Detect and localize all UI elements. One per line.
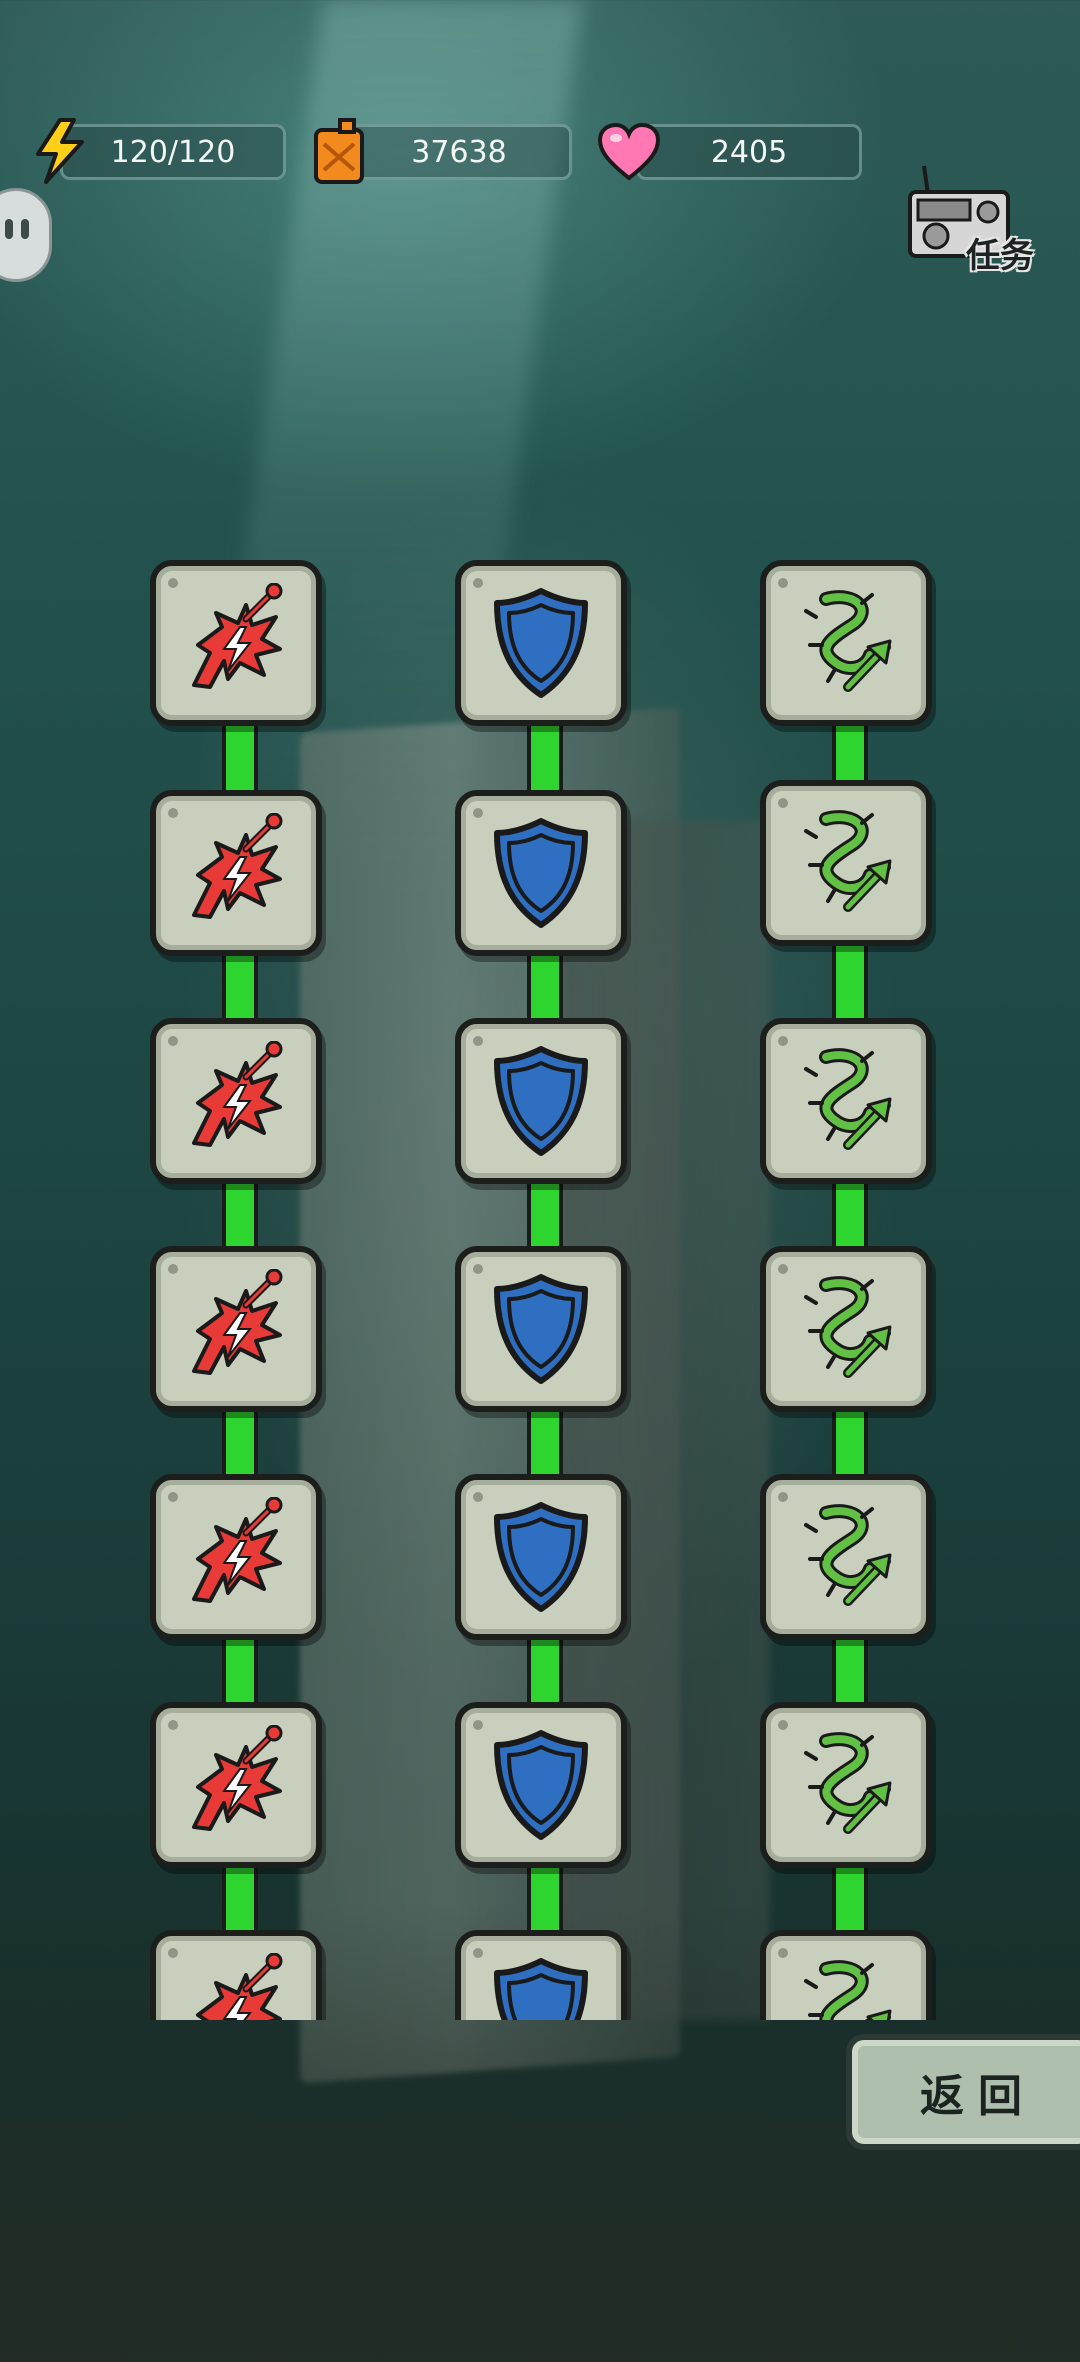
blue-shield-icon bbox=[481, 1497, 601, 1617]
growth-node[interactable] bbox=[760, 1702, 932, 1868]
heart-icon bbox=[597, 122, 661, 181]
growth-node[interactable] bbox=[760, 1474, 932, 1640]
red-lightning-spear-icon bbox=[176, 813, 296, 933]
growth-node[interactable] bbox=[760, 1246, 932, 1412]
green-vine-arrow-icon bbox=[786, 1497, 906, 1617]
fuel-value: 37638 bbox=[346, 124, 572, 180]
red-lightning-spear-icon bbox=[176, 1269, 296, 1389]
defense-node[interactable] bbox=[455, 790, 627, 956]
defense-node[interactable] bbox=[455, 1018, 627, 1184]
defense-column bbox=[455, 550, 635, 2020]
green-vine-arrow-icon bbox=[786, 803, 906, 923]
energy-value: 120/120 bbox=[60, 124, 286, 180]
defense-node[interactable] bbox=[455, 1930, 627, 2020]
blue-shield-icon bbox=[481, 1041, 601, 1161]
green-vine-arrow-icon bbox=[786, 1725, 906, 1845]
back-button[interactable]: 返回 bbox=[846, 2034, 1080, 2150]
defense-node[interactable] bbox=[455, 560, 627, 726]
attack-node[interactable] bbox=[150, 1702, 322, 1868]
blue-shield-icon bbox=[481, 583, 601, 703]
red-lightning-spear-icon bbox=[176, 1953, 296, 2020]
defense-node[interactable] bbox=[455, 1246, 627, 1412]
growth-node[interactable] bbox=[760, 560, 932, 726]
task-label: 任务 bbox=[966, 236, 1034, 276]
hearts-counter: 2405 bbox=[596, 122, 862, 181]
attack-node[interactable] bbox=[150, 790, 322, 956]
skill-tree bbox=[0, 550, 1080, 2020]
fuel-counter: 37638 bbox=[310, 118, 572, 184]
defense-node[interactable] bbox=[455, 1702, 627, 1868]
blue-shield-icon bbox=[481, 1269, 601, 1389]
green-vine-arrow-icon bbox=[786, 1041, 906, 1161]
growth-column bbox=[760, 550, 940, 2020]
fuel-can-icon bbox=[314, 118, 364, 184]
lightning-icon bbox=[36, 118, 84, 184]
attack-node[interactable] bbox=[150, 1246, 322, 1412]
growth-node[interactable] bbox=[760, 780, 932, 946]
red-lightning-spear-icon bbox=[176, 583, 296, 703]
green-vine-arrow-icon bbox=[786, 583, 906, 703]
energy-counter: 120/120 bbox=[30, 118, 286, 184]
growth-node[interactable] bbox=[760, 1018, 932, 1184]
green-vine-arrow-icon bbox=[786, 1953, 906, 2020]
chat-bubble-icon[interactable] bbox=[0, 188, 52, 282]
blue-shield-icon bbox=[481, 813, 601, 933]
attack-node[interactable] bbox=[150, 1018, 322, 1184]
attack-node[interactable] bbox=[150, 1474, 322, 1640]
hearts-value: 2405 bbox=[636, 124, 862, 180]
red-lightning-spear-icon bbox=[176, 1725, 296, 1845]
attack-column bbox=[150, 550, 330, 2020]
red-lightning-spear-icon bbox=[176, 1497, 296, 1617]
growth-node[interactable] bbox=[760, 1930, 932, 2020]
attack-node[interactable] bbox=[150, 560, 322, 726]
green-vine-arrow-icon bbox=[786, 1269, 906, 1389]
defense-node[interactable] bbox=[455, 1474, 627, 1640]
blue-shield-icon bbox=[481, 1953, 601, 2020]
attack-node[interactable] bbox=[150, 1930, 322, 2020]
red-lightning-spear-icon bbox=[176, 1041, 296, 1161]
task-button[interactable]: 任务 bbox=[904, 160, 1044, 280]
blue-shield-icon bbox=[481, 1725, 601, 1845]
